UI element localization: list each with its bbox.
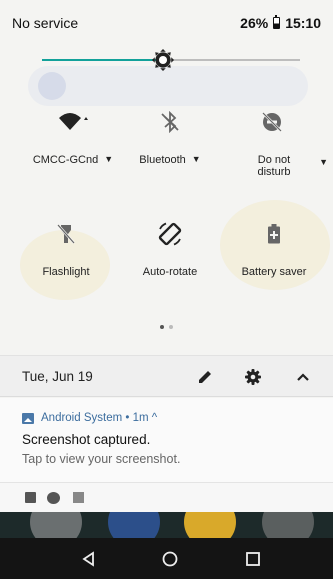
notification-header: Android System • 1m ^	[22, 412, 157, 424]
image-icon	[22, 412, 34, 424]
notification-overflow-strip[interactable]	[0, 482, 333, 512]
clock: 15:10	[285, 15, 321, 31]
auto-rotate-icon	[158, 222, 182, 246]
bluetooth-off-icon	[161, 111, 179, 133]
notification-shade: { "status_bar": { "carrier": "No service…	[0, 0, 333, 579]
message-icon	[47, 492, 60, 504]
background-google-logo	[38, 72, 66, 100]
page-indicator	[160, 325, 173, 329]
notification-text: Tap to view your screenshot.	[22, 452, 181, 466]
back-icon[interactable]	[79, 549, 99, 569]
tile-label: Battery saver	[241, 266, 307, 278]
tile-flashlight[interactable]: Flashlight	[16, 222, 116, 278]
background-search-bar	[28, 66, 308, 106]
tile-battery-saver[interactable]: Battery saver	[224, 222, 324, 278]
screenshot-icon	[73, 492, 84, 503]
settings-gear-icon[interactable]	[243, 367, 263, 387]
home-icon[interactable]	[160, 549, 180, 569]
tile-label: Bluetooth	[139, 154, 186, 166]
notification-app-name: Android System • 1m ^	[41, 412, 158, 424]
carrier-text: No service	[12, 15, 79, 31]
brightness-slider[interactable]	[42, 48, 300, 72]
edit-icon[interactable]	[195, 367, 215, 387]
tile-bluetooth[interactable]: Bluetooth ▼	[120, 110, 220, 166]
tile-label: Do not disturb	[257, 154, 291, 178]
date-text: Tue, Jun 19	[22, 369, 93, 384]
caret-down-icon[interactable]: ▼	[192, 154, 201, 164]
background-app-icon	[262, 512, 314, 538]
background-home-row	[0, 512, 333, 538]
navigation-bar	[0, 538, 333, 579]
recents-icon[interactable]	[243, 549, 263, 569]
background-app-icon	[108, 512, 160, 538]
page-dot	[169, 325, 173, 329]
status-right: 26% 15:10	[240, 14, 321, 31]
tile-label: Flashlight	[42, 266, 90, 278]
notification-title: Screenshot captured.	[22, 432, 151, 447]
tile-auto-rotate[interactable]: Auto-rotate	[120, 222, 220, 278]
brightness-track-empty	[163, 59, 300, 61]
tile-do-not-disturb[interactable]: Do not disturb ▼	[222, 110, 328, 178]
background-app-icon	[30, 512, 82, 538]
background-app-icon	[184, 512, 236, 538]
status-bar: No service 26% 15:10	[0, 0, 333, 44]
do-not-disturb-icon	[262, 112, 282, 132]
tile-wifi[interactable]: CMCC-GCnd ▼	[23, 110, 123, 166]
date-bar: Tue, Jun 19	[0, 355, 333, 397]
battery-icon	[273, 14, 281, 29]
brightness-track-filled	[42, 59, 163, 61]
flashlight-icon	[57, 224, 75, 244]
caret-down-icon[interactable]: ▼	[319, 156, 328, 168]
battery-percent: 26%	[240, 15, 269, 31]
wifi-icon	[59, 113, 88, 130]
tile-label: Auto-rotate	[142, 266, 198, 278]
caret-down-icon[interactable]: ▼	[104, 154, 113, 164]
notification-card[interactable]: Android System • 1m ^ Screenshot capture…	[0, 398, 333, 482]
page-dot-active	[160, 325, 164, 329]
tile-label: CMCC-GCnd	[32, 154, 99, 166]
brightness-icon[interactable]	[152, 49, 174, 71]
collapse-chevron-up-icon[interactable]	[293, 367, 313, 387]
battery-saver-icon	[268, 224, 280, 244]
sd-card-icon	[25, 492, 36, 503]
